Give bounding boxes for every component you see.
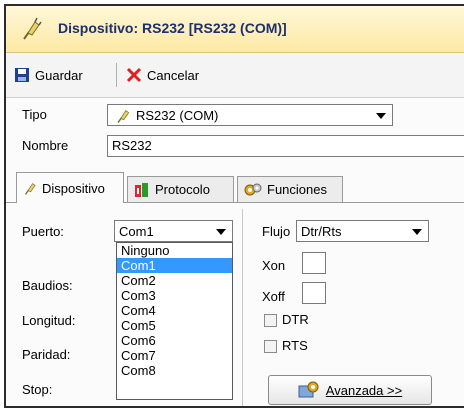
cancel-button[interactable]: Cancelar [126,63,199,87]
tipo-label: Tipo [22,107,47,122]
toolbar: Guardar Cancelar [6,53,464,98]
flujo-select[interactable]: Dtr/Rts [296,220,429,242]
puerto-value: Com1 [119,224,154,239]
dropdown-option[interactable]: Ninguno [117,243,232,258]
tipo-select[interactable]: RS232 (COM) [107,104,393,126]
chevron-down-icon [376,113,386,119]
dtr-label: DTR [282,312,309,327]
tab-bar: Dispositivo Protocolo Funciones [6,172,464,203]
stop-label: Stop: [22,382,53,397]
tab-funciones[interactable]: Funciones [237,176,343,202]
tab-label: Funciones [267,182,327,197]
panel-divider [242,209,243,406]
close-icon [126,67,142,83]
puerto-select[interactable]: Com1 [114,220,233,242]
chevron-down-icon [216,229,226,235]
baudios-label: Baudios: [22,278,73,293]
rts-label: RTS [282,338,308,353]
title-bar: Dispositivo: RS232 [RS232 (COM)] [6,6,464,53]
longitud-label: Longitud: [22,313,76,328]
advanced-button-label: Avanzada >> [325,382,403,398]
gears-icon [244,183,262,195]
puerto-dropdown-list: Ninguno Com1 Com2 Com3 Com4 Com5 Com6 Co… [116,242,233,400]
flujo-value: Dtr/Rts [301,224,342,239]
plug-icon [25,183,36,195]
tab-dispositivo[interactable]: Dispositivo [16,172,124,203]
nombre-label: Nombre [22,138,69,153]
puerto-label: Puerto: [22,224,64,239]
dropdown-option[interactable]: Com5 [117,318,232,333]
nombre-value: RS232 [112,138,152,153]
device-dialog: Dispositivo: RS232 [RS232 (COM)] Guardar… [4,4,464,408]
xoff-label: Xoff [262,289,285,304]
dropdown-option[interactable]: Com6 [117,333,232,348]
tab-label: Dispositivo [42,180,105,196]
dropdown-option[interactable]: Com7 [117,348,232,363]
dtr-checkbox[interactable] [264,314,277,327]
chevron-down-icon [412,229,422,235]
save-button[interactable]: Guardar [14,63,83,87]
protocol-icon [135,182,148,197]
window-title: Dispositivo: RS232 [RS232 (COM)] [58,20,287,36]
paridad-label: Paridad: [22,347,71,362]
xoff-input[interactable] [302,282,326,304]
rts-checkbox[interactable] [264,340,277,353]
dropdown-option[interactable]: Com3 [117,288,232,303]
flujo-label: Flujo [262,224,291,239]
save-button-label: Guardar [35,67,83,83]
tab-label: Protocolo [155,182,210,197]
nombre-field[interactable]: RS232 [107,135,464,157]
dropdown-option-selected[interactable]: Com1 [117,258,232,273]
plug-icon [23,17,42,40]
xon-input[interactable] [302,252,326,274]
dropdown-option[interactable]: Com2 [117,273,232,288]
dropdown-option[interactable]: Com8 [117,363,232,378]
tipo-value: RS232 (COM) [136,108,219,123]
plug-icon [117,110,130,123]
floppy-icon [15,68,29,82]
cancel-button-label: Cancelar [147,67,200,83]
tab-protocolo[interactable]: Protocolo [127,176,234,202]
dropdown-option[interactable]: Com4 [117,303,232,318]
settings-icon [298,381,319,398]
xon-label: Xon [262,258,286,273]
advanced-button[interactable]: Avanzada >> [268,375,432,405]
toolbar-divider [116,63,117,87]
